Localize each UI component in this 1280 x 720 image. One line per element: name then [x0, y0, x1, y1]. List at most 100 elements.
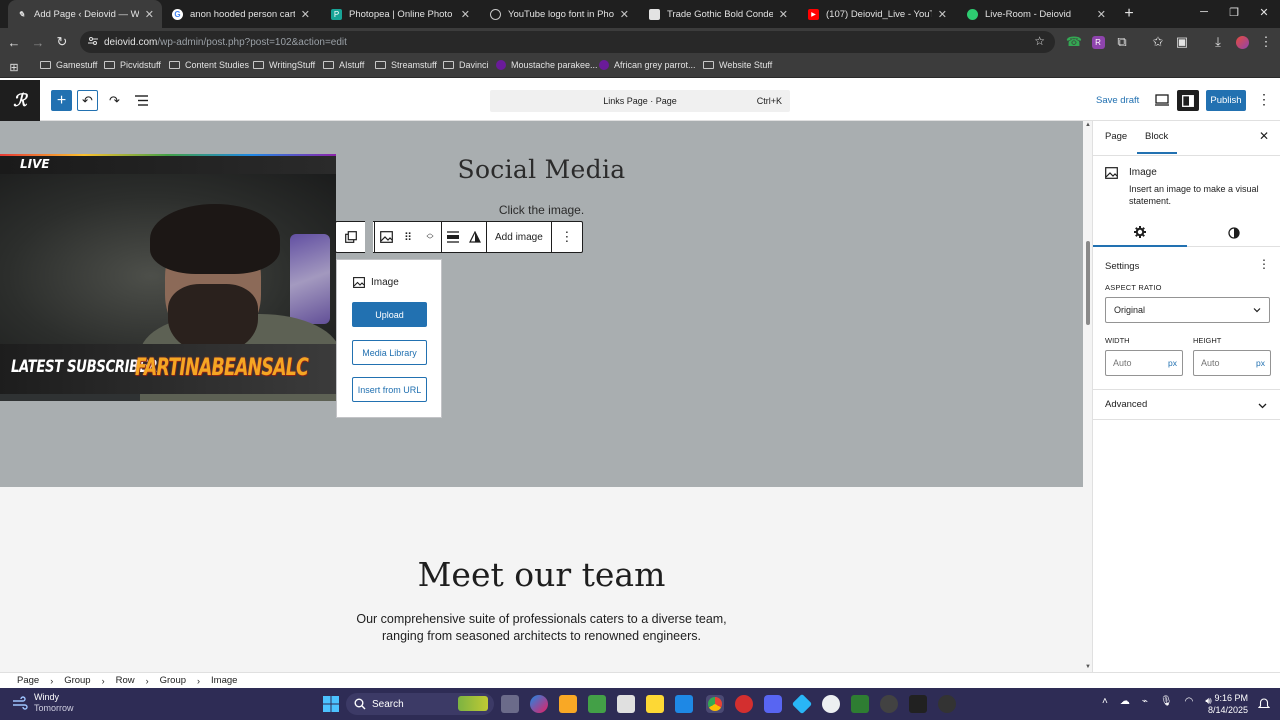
- site-info-icon[interactable]: [88, 36, 98, 46]
- network-icon[interactable]: ⌁: [1142, 696, 1148, 707]
- bookmark-star-icon[interactable]: ☆: [1034, 34, 1045, 48]
- cover-block[interactable]: Social Media Click the image. LIVE LATES…: [0, 121, 1083, 487]
- system-clock[interactable]: 9:16 PM 8/14/2025: [1196, 692, 1248, 716]
- minecraft-icon[interactable]: [588, 695, 606, 713]
- bookmark-content-studies[interactable]: Content Studies: [169, 60, 249, 70]
- breadcrumb-item[interactable]: Page: [17, 675, 39, 686]
- bookmark-davinci[interactable]: Davinci: [443, 60, 489, 70]
- task-view-icon[interactable]: [501, 695, 519, 713]
- close-sidebar-icon[interactable]: ✕: [1259, 129, 1269, 143]
- document-overview-button[interactable]: [131, 90, 152, 111]
- aspect-ratio-select[interactable]: Original: [1105, 297, 1270, 323]
- settings-tab[interactable]: [1093, 219, 1187, 247]
- width-unit-select[interactable]: px: [1168, 358, 1177, 368]
- media-app-icon[interactable]: [880, 695, 898, 713]
- favorites-icon[interactable]: ✩: [1150, 34, 1166, 50]
- breadcrumb-item[interactable]: Group: [64, 675, 90, 686]
- tab-photopea[interactable]: P Photopea | Online Photo Editor ✕: [323, 0, 478, 28]
- app-diamond-icon[interactable]: [791, 693, 813, 715]
- block-options-icon[interactable]: ⋮: [552, 222, 582, 252]
- chevron-down-icon[interactable]: ﹀: [427, 237, 434, 244]
- scroll-up-icon[interactable]: ▲: [1085, 122, 1091, 128]
- bookmark-african-grey-parrot[interactable]: African grey parrot...: [599, 60, 696, 70]
- app-swirl-icon[interactable]: [822, 695, 840, 713]
- split-screen-icon[interactable]: ▣: [1174, 34, 1190, 50]
- browser-menu-icon[interactable]: ⋮: [1258, 34, 1274, 50]
- wifi-icon[interactable]: ◠: [1185, 696, 1194, 707]
- bookmark-gamestuff[interactable]: Gamestuff: [40, 60, 97, 70]
- add-image-button[interactable]: Add image: [487, 222, 551, 252]
- chevron-up-icon[interactable]: ︿: [427, 230, 434, 237]
- upload-button[interactable]: Upload: [352, 302, 427, 327]
- close-icon[interactable]: ✕: [938, 8, 947, 21]
- width-input[interactable]: Auto px: [1105, 350, 1183, 376]
- scroll-down-icon[interactable]: ▼: [1085, 664, 1091, 670]
- close-icon[interactable]: ✕: [779, 8, 788, 21]
- bookmark-moustache-parakeet[interactable]: Moustache parakee...: [496, 60, 598, 70]
- spreadsheet-app-icon[interactable]: [851, 695, 869, 713]
- tab-wordpress[interactable]: ✎ Add Page ‹ Deiovid — WordPress ✕: [8, 0, 162, 28]
- video-editor-icon[interactable]: [909, 695, 927, 713]
- extensions-icon[interactable]: ⧉: [1114, 34, 1130, 50]
- insert-from-url-button[interactable]: Insert from URL: [352, 377, 427, 402]
- tab-live-room[interactable]: Live-Room - Deiovid ✕: [959, 0, 1114, 28]
- bookmark-streamstuff[interactable]: Streamstuff: [375, 60, 437, 70]
- align-button[interactable]: [442, 222, 464, 252]
- copilot-icon[interactable]: [530, 695, 548, 713]
- obs-icon[interactable]: [938, 695, 956, 713]
- store-icon[interactable]: [675, 695, 693, 713]
- add-block-button[interactable]: +: [51, 90, 72, 111]
- publish-button[interactable]: Publish: [1206, 90, 1246, 111]
- bookmark-website-stuff[interactable]: Website Stuff: [703, 60, 772, 70]
- calendar-app-icon[interactable]: [617, 695, 635, 713]
- tab-trade-gothic[interactable]: Trade Gothic Bold Condensed N ✕: [641, 0, 796, 28]
- height-unit-select[interactable]: px: [1256, 358, 1265, 368]
- close-icon[interactable]: ✕: [461, 8, 470, 21]
- cloud-sync-icon[interactable]: ☁: [1120, 696, 1130, 707]
- chrome-icon[interactable]: [706, 695, 724, 713]
- team-heading[interactable]: Meet our team: [0, 555, 1083, 594]
- redo-button[interactable]: ↷: [104, 90, 125, 111]
- download-icon[interactable]: ⤓: [1210, 34, 1226, 50]
- duotone-filter-button[interactable]: [464, 222, 486, 252]
- breadcrumb-item[interactable]: Group: [160, 675, 186, 686]
- select-parent-button[interactable]: [336, 222, 365, 252]
- breadcrumb-item[interactable]: Image: [211, 675, 237, 686]
- taskbar-search[interactable]: Search: [346, 693, 494, 715]
- minimize-icon[interactable]: ─: [1196, 6, 1212, 18]
- media-library-button[interactable]: Media Library: [352, 340, 427, 365]
- close-icon[interactable]: ✕: [145, 8, 154, 21]
- command-palette-bar[interactable]: Links Page · Page Ctrl+K: [490, 90, 790, 112]
- breadcrumb-item[interactable]: Row: [116, 675, 135, 686]
- bookmark-aistuff[interactable]: AIstuff: [323, 60, 364, 70]
- profile-extension-icon[interactable]: R: [1090, 34, 1106, 50]
- tab-youtube-live[interactable]: ▶ (107) Deiovid_Live - YouTube ✕: [800, 0, 955, 28]
- bookmark-writingstuff[interactable]: WritingStuff: [253, 60, 315, 70]
- site-logo-icon[interactable]: ℛ: [0, 80, 40, 121]
- settings-sidebar-toggle[interactable]: [1177, 90, 1199, 111]
- settings-options-icon[interactable]: ⋮: [1258, 257, 1270, 271]
- tab-google-search[interactable]: G anon hooded person cartoon - ✕: [164, 0, 318, 28]
- move-up-down-icon[interactable]: ︿ ﹀: [419, 222, 441, 252]
- tab-page[interactable]: Page: [1105, 131, 1127, 142]
- windows-start-icon[interactable]: [322, 695, 340, 713]
- address-bar[interactable]: deiovid.com/wp-admin/post.php?post=102&a…: [80, 31, 1055, 53]
- account-avatar[interactable]: [1234, 34, 1250, 50]
- save-draft-button[interactable]: Save draft: [1096, 95, 1139, 106]
- scroll-thumb[interactable]: [1086, 241, 1090, 325]
- options-menu-icon[interactable]: ⋮: [1257, 92, 1271, 106]
- reload-icon[interactable]: ↻: [54, 34, 70, 50]
- chevron-up-icon[interactable]: ˄: [1102, 696, 1108, 707]
- phone-extension-icon[interactable]: ☎: [1066, 34, 1082, 50]
- team-description[interactable]: Our comprehensive suite of professionals…: [336, 611, 747, 645]
- window-close-icon[interactable]: ✕: [1256, 6, 1272, 19]
- weather-widget[interactable]: Windy Tomorrow: [12, 692, 74, 714]
- height-input[interactable]: Auto px: [1193, 350, 1271, 376]
- advanced-panel-toggle[interactable]: Advanced: [1105, 399, 1147, 410]
- canvas-scrollbar[interactable]: ▲ ▼: [1084, 121, 1092, 672]
- close-icon[interactable]: ✕: [301, 8, 310, 21]
- new-tab-button[interactable]: +: [1120, 5, 1138, 23]
- file-explorer-icon[interactable]: [559, 695, 577, 713]
- preview-button[interactable]: [1155, 93, 1169, 107]
- sticky-app-icon[interactable]: [646, 695, 664, 713]
